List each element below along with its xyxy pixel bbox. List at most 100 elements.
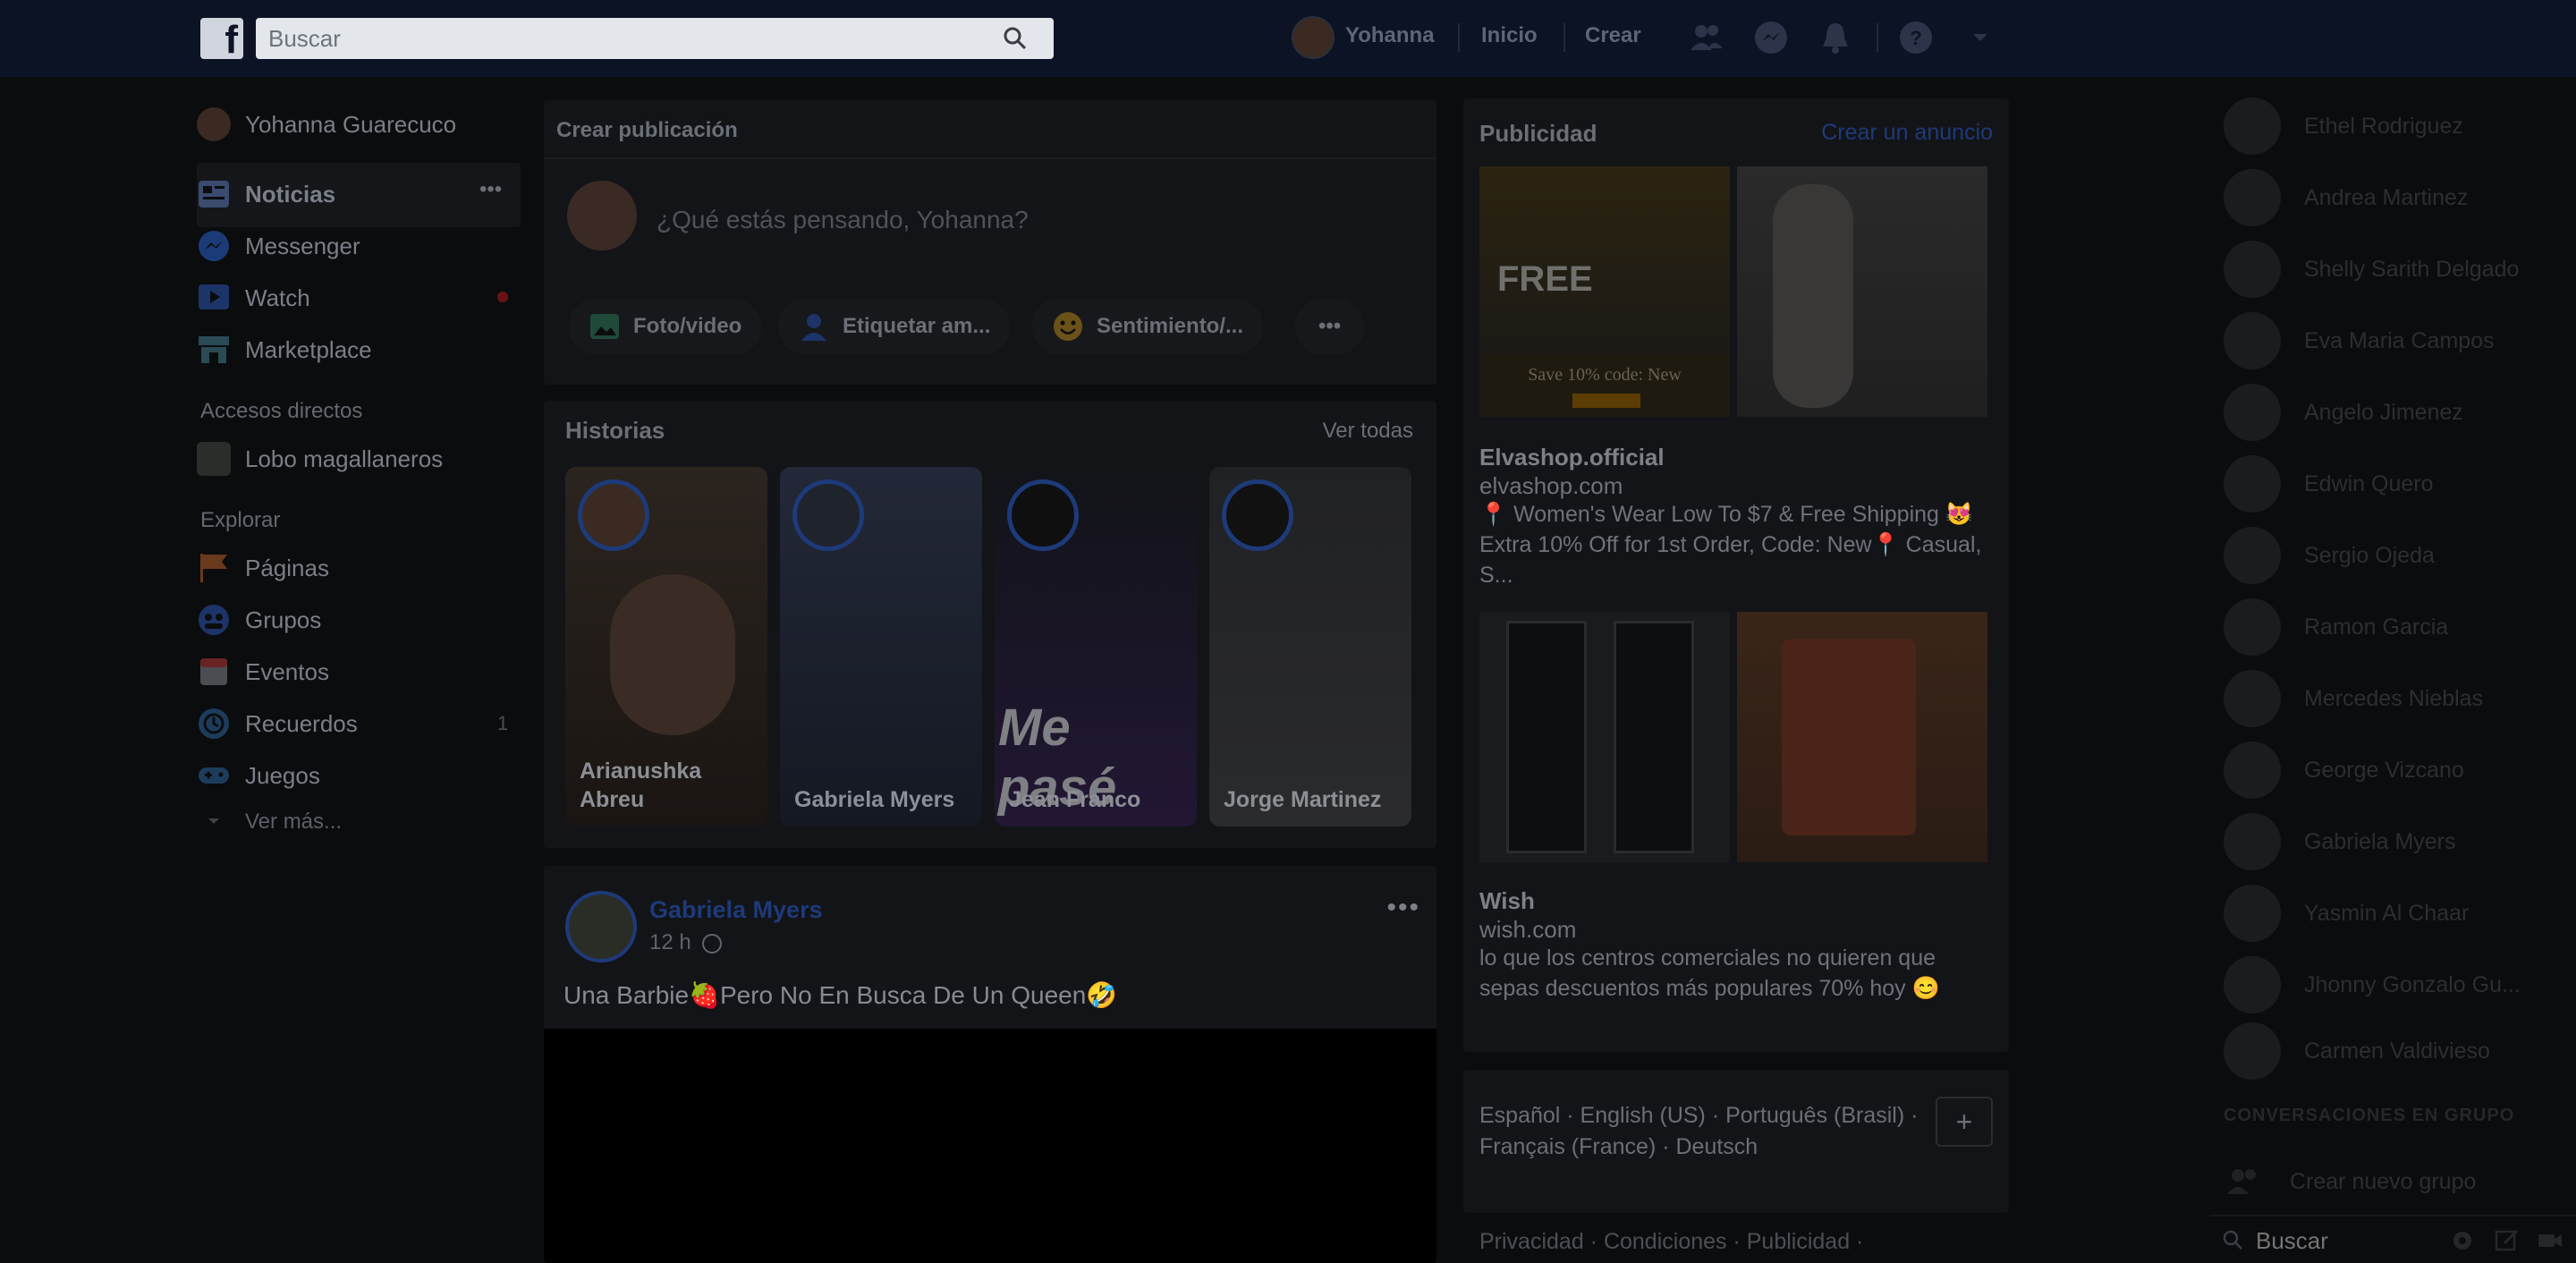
profile-link[interactable]: Yohanna — [1345, 23, 1435, 48]
post-meta: 12 h — [649, 930, 723, 955]
photo-video-button[interactable]: Foto/video — [569, 299, 762, 354]
add-language-button[interactable]: + — [1936, 1097, 1993, 1147]
sidebar-item-news-feed[interactable]: Noticias — [197, 174, 335, 215]
tag-friends-icon — [801, 314, 826, 341]
ad-advertiser[interactable]: Wish — [1479, 887, 1535, 915]
sidebar-item-marketplace[interactable]: Marketplace — [197, 329, 372, 370]
post-video[interactable] — [544, 1029, 1436, 1263]
compose-icon[interactable] — [2494, 1227, 2521, 1254]
story-card[interactable]: Gabriela Myers — [780, 467, 982, 826]
create-ad-link[interactable]: Crear un anuncio — [1821, 120, 1993, 146]
search-icon[interactable] — [1004, 27, 1027, 50]
ad-description: lo que los centros comerciales no quiere… — [1479, 945, 1940, 1001]
chat-contact[interactable]: Eva Maria Campos — [2224, 309, 2537, 372]
sidebar-profile[interactable]: Yohanna Guarecuco — [197, 104, 456, 145]
story-avatar — [1007, 479, 1079, 551]
ad-advertiser[interactable]: Elvashop.official — [1479, 444, 1665, 471]
sidebar-item-events[interactable]: Eventos — [197, 651, 329, 692]
ad-image[interactable] — [1479, 612, 1730, 862]
watch-icon — [197, 281, 231, 315]
ad-description: 📍 Women's Wear Low To $7 & Free Shipping… — [1479, 502, 1982, 588]
chat-contact[interactable]: Ramon Garcia — [2224, 596, 2537, 658]
notifications-icon[interactable] — [1816, 18, 1855, 57]
feeling-activity-button[interactable]: Sentimiento/... — [1032, 299, 1264, 354]
chat-contact[interactable]: Shelly Sarith Delgado — [2224, 238, 2537, 301]
ad-image-caption: Save 10% code: New — [1528, 365, 1682, 385]
chat-contact[interactable]: Yasmin Al Chaar — [2224, 882, 2537, 945]
home-link[interactable]: Inicio — [1481, 23, 1538, 48]
story-name: Jean Franco — [1009, 787, 1141, 812]
see-more-label: Ver más... — [245, 810, 343, 834]
facebook-logo[interactable]: f — [200, 18, 243, 62]
contact-name: Jhonny Gonzalo Gu... — [2304, 971, 2521, 997]
avatar — [2224, 97, 2281, 155]
story-photo — [610, 574, 735, 735]
post-text: Una Barbie🍓Pero No En Busca De Un Queen🤣 — [564, 981, 1118, 1009]
video-call-icon[interactable] — [2537, 1227, 2563, 1254]
sidebar-item-watch[interactable]: Watch — [197, 277, 310, 318]
chat-contact[interactable]: Mercedes Nieblas — [2224, 667, 2537, 730]
avatar — [2224, 742, 2281, 799]
chat-contact[interactable]: Gabriela Myers — [2224, 810, 2537, 873]
post-prompt-input[interactable]: ¿Qué estás pensando, Yohanna? — [657, 206, 1029, 234]
chat-contact[interactable]: Angelo Jimenez — [2224, 381, 2537, 444]
chat-contact[interactable]: Edwin Quero — [2224, 453, 2537, 515]
ad-image[interactable] — [1737, 612, 1987, 862]
see-more-link[interactable]: Ver más... — [197, 801, 342, 843]
chat-search-bar — [2209, 1215, 2576, 1263]
ad-photo — [1506, 621, 1587, 853]
tag-friends-button[interactable]: Etiquetar am... — [778, 299, 1011, 354]
ad-url[interactable]: elvashop.com — [1479, 472, 1623, 500]
sidebar-item-memories[interactable]: Recuerdos — [197, 703, 358, 744]
contact-name: George Vizcano — [2304, 757, 2464, 783]
sidebar-item-messenger[interactable]: Messenger — [197, 225, 360, 267]
more-options-button[interactable]: ••• — [1295, 299, 1365, 354]
explore-heading: Explorar — [200, 508, 281, 532]
globe-icon — [702, 933, 723, 954]
sidebar-item-label: Marketplace — [245, 335, 372, 363]
ad-image[interactable] — [1737, 166, 1987, 417]
avatar — [2224, 1022, 2281, 1080]
gear-icon[interactable] — [2449, 1227, 2476, 1254]
sidebar-item-pages[interactable]: Páginas — [197, 547, 329, 589]
search-input[interactable] — [256, 18, 989, 59]
ad-url[interactable]: wish.com — [1479, 916, 1576, 944]
post-options-icon[interactable]: ••• — [1386, 893, 1420, 923]
create-link[interactable]: Crear — [1585, 23, 1641, 48]
chat-contact[interactable]: Ethel Rodriguez — [2224, 95, 2537, 157]
sidebar-item-label: Messenger — [245, 232, 360, 259]
avatar — [2224, 527, 2281, 584]
user-avatar[interactable] — [1292, 16, 1335, 59]
chevron-down-icon[interactable] — [1961, 18, 2000, 57]
see-all-stories-link[interactable]: Ver todas — [1323, 419, 1413, 444]
language-links[interactable]: Español · English (US) · Português (Bras… — [1479, 1100, 1927, 1163]
ad-image[interactable]: FREE Save 10% code: New — [1479, 166, 1730, 417]
post-time[interactable]: 12 h — [649, 930, 691, 954]
create-group-button[interactable]: Crear nuevo grupo — [2224, 1150, 2522, 1213]
more-options-icon[interactable]: ••• — [479, 177, 502, 202]
post-author[interactable]: Gabriela Myers — [649, 896, 823, 924]
contact-name: Angelo Jimenez — [2304, 399, 2463, 425]
story-card[interactable]: Me pasé Jean Franco — [995, 467, 1197, 826]
sidebar-item-groups[interactable]: Grupos — [197, 599, 321, 640]
help-icon[interactable]: ? — [1896, 18, 1936, 57]
story-card[interactable]: Jorge Martinez — [1209, 467, 1411, 826]
messenger-icon[interactable] — [1751, 18, 1791, 57]
friend-requests-icon[interactable] — [1687, 18, 1726, 57]
chat-contact[interactable]: Sergio Ojeda — [2224, 524, 2537, 587]
chat-contact[interactable]: Andrea Martinez — [2224, 166, 2537, 229]
chat-contact[interactable]: Jhonny Gonzalo Gu... — [2224, 954, 2537, 1016]
avatar[interactable] — [565, 891, 637, 962]
sidebar-item-games[interactable]: Juegos — [197, 755, 320, 796]
sidebar-item-label: Noticias — [245, 180, 336, 208]
chat-contact[interactable]: George Vizcano — [2224, 739, 2537, 801]
new-group-icon — [2227, 1169, 2256, 1194]
sidebar-item-shortcut[interactable]: Lobo magallaneros — [197, 438, 443, 479]
avatar — [2224, 241, 2281, 298]
chat-contact[interactable]: Carmen Valdivieso — [2224, 1020, 2537, 1082]
chat-search-input[interactable] — [2256, 1224, 2417, 1258]
story-card[interactable]: Arianushka Abreu — [565, 467, 767, 826]
search-bar — [256, 18, 1054, 59]
ad-image-text: FREE — [1497, 259, 1593, 299]
footer-links[interactable]: Privacidad · Condiciones · Publicidad · — [1479, 1229, 1863, 1255]
